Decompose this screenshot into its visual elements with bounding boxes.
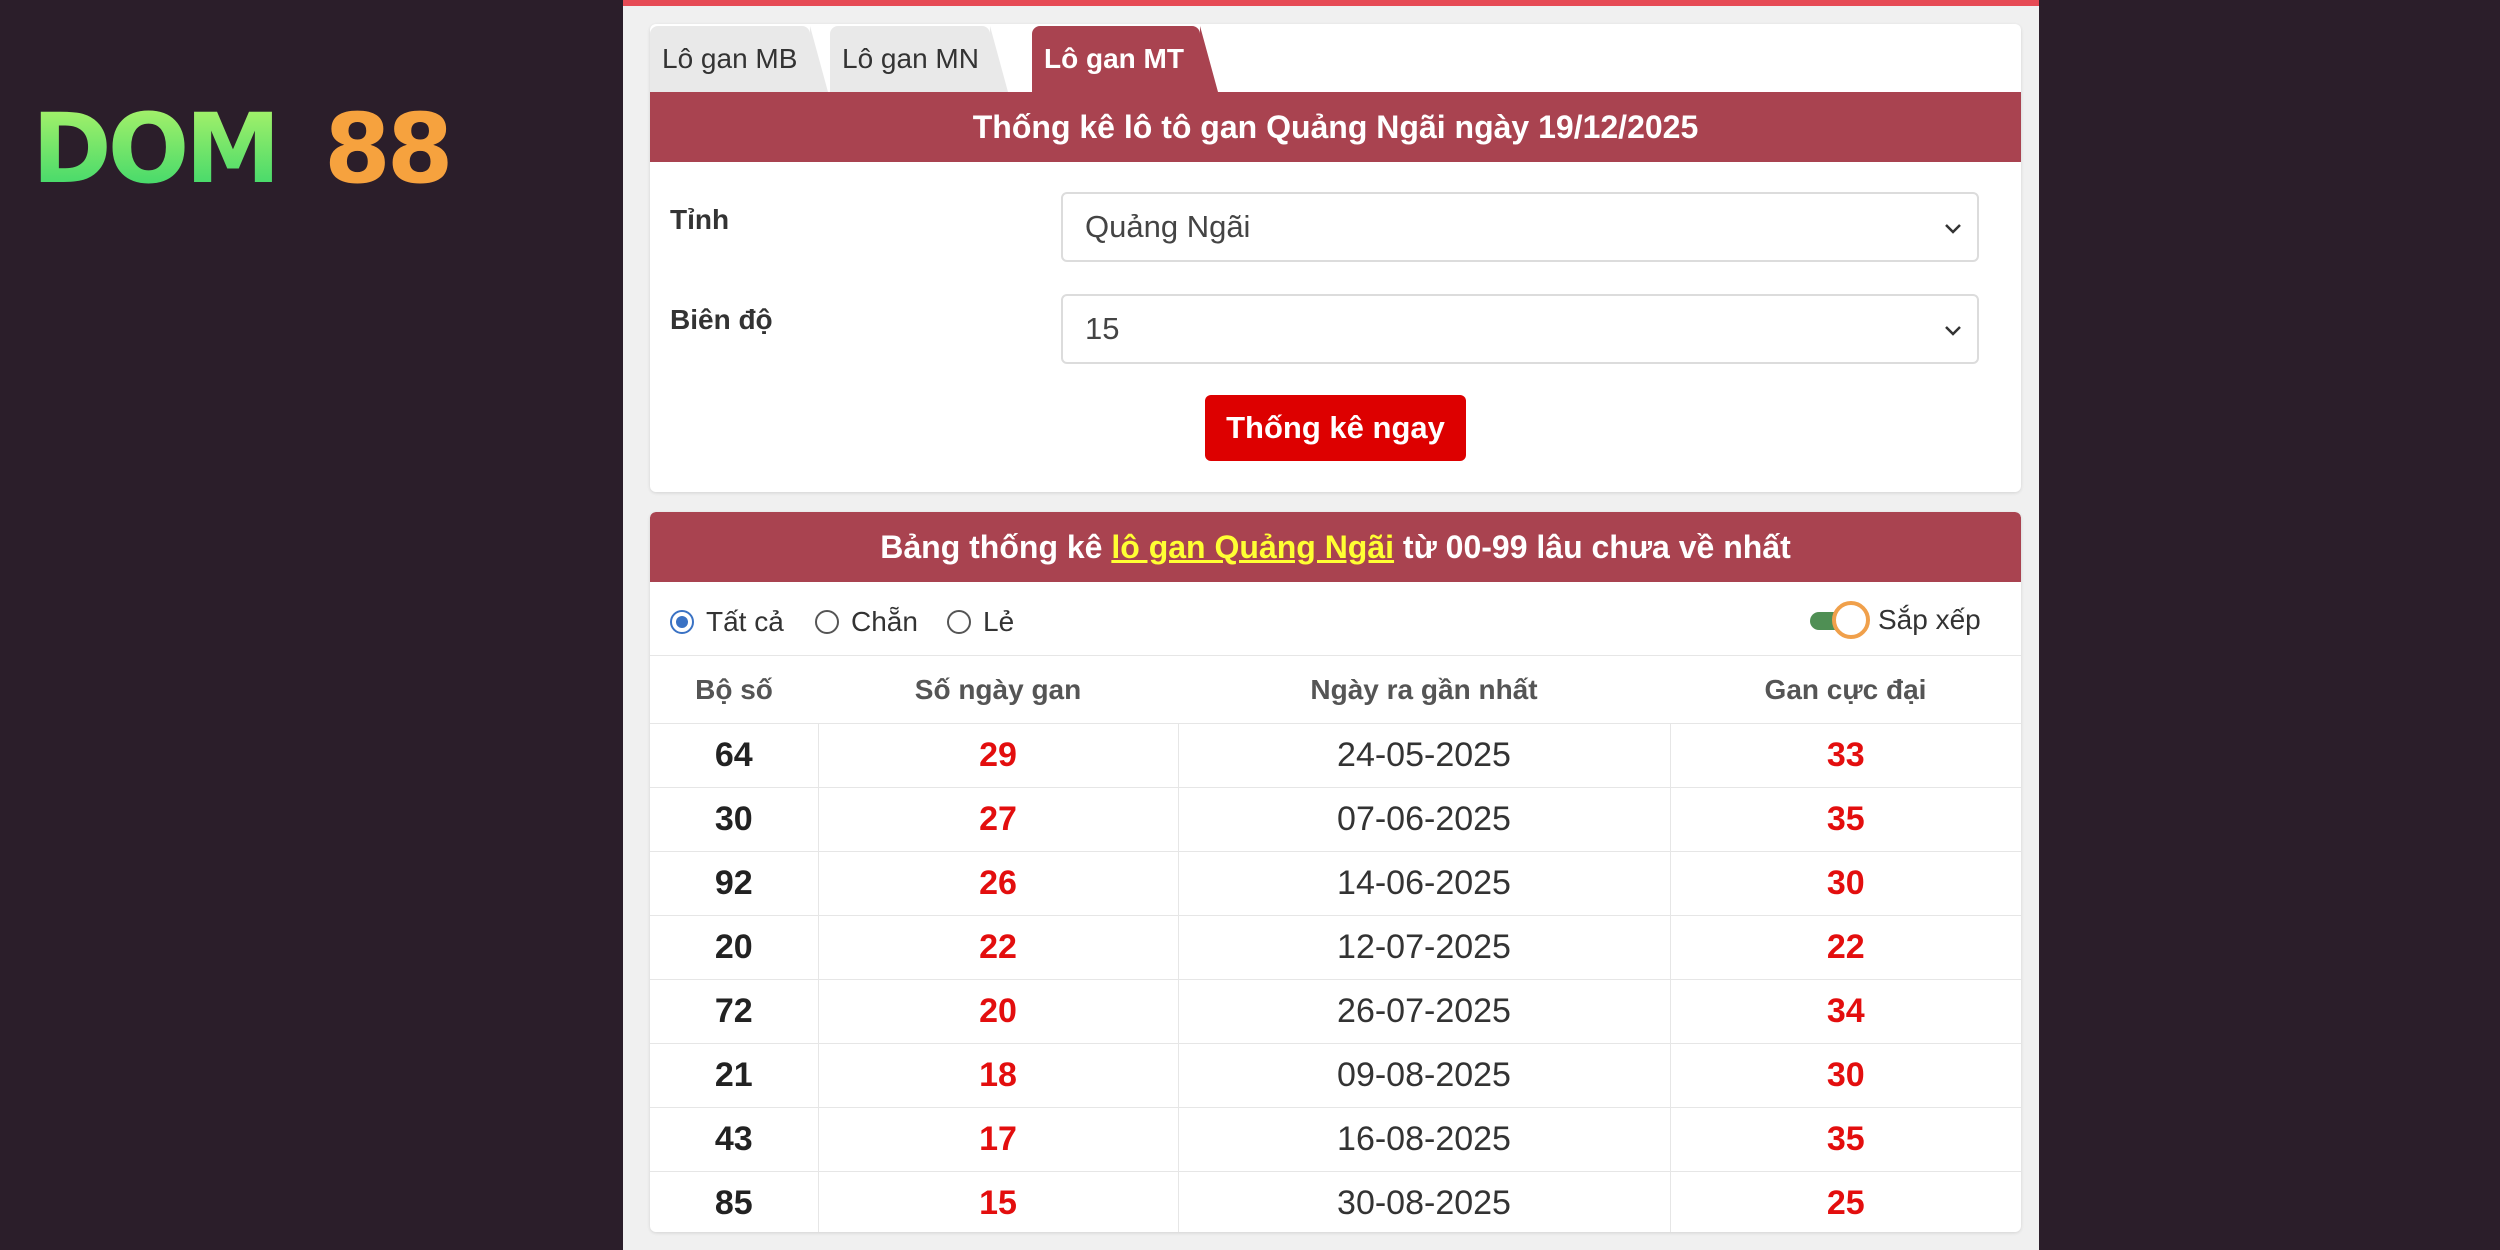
cell-number: 72 <box>650 979 819 1044</box>
cell-max: 33 <box>1670 723 2021 788</box>
filter-odd-radio[interactable]: Lẻ <box>947 606 1014 638</box>
table-row: 21 18 09-08-2025 30 <box>650 1043 2021 1108</box>
results-title-prefix: Bảng thống kê <box>880 529 1112 565</box>
range-select[interactable]: 15 <box>1061 294 1979 364</box>
range-label: Biên độ <box>670 304 773 335</box>
results-table: Bộ số Số ngày gan Ngày ra gần nhất Gan c… <box>650 657 2021 1232</box>
filter-even-label: Chẵn <box>851 606 918 637</box>
cell-days: 20 <box>818 979 1179 1044</box>
filter-all-radio[interactable]: Tất cả <box>670 606 784 638</box>
cell-max: 35 <box>1670 787 2021 852</box>
submit-button[interactable]: Thống kê ngay <box>1205 395 1466 461</box>
cell-number: 64 <box>650 723 819 788</box>
radio-unchecked-icon <box>815 610 839 634</box>
cell-date: 26-07-2025 <box>1178 979 1671 1044</box>
sort-label: Sắp xếp <box>1878 604 1981 635</box>
chevron-down-icon <box>1943 218 1963 238</box>
radio-checked-icon <box>670 610 694 634</box>
province-select[interactable]: Quảng Ngãi <box>1061 192 1979 262</box>
sort-toggle[interactable]: Sắp xếp <box>1810 600 1981 640</box>
results-title: Bảng thống kê lô gan Quảng Ngãi từ 00-99… <box>650 512 2021 582</box>
region-tabs: Lô gan MB Lô gan MN Lô gan MT <box>650 24 2021 92</box>
cell-number: 92 <box>650 851 819 916</box>
cell-number: 85 <box>650 1171 819 1232</box>
cell-date: 24-05-2025 <box>1178 723 1671 788</box>
results-title-link[interactable]: lô gan Quảng Ngãi <box>1111 529 1394 565</box>
table-row: 30 27 07-06-2025 35 <box>650 787 2021 852</box>
cell-max: 30 <box>1670 851 2021 916</box>
cell-days: 29 <box>818 723 1179 788</box>
form-title: Thống kê lô tô gan Quảng Ngãi ngày 19/12… <box>650 92 2021 162</box>
province-value: Quảng Ngãi <box>1085 209 1251 244</box>
cell-date: 16-08-2025 <box>1178 1107 1671 1172</box>
cell-number: 43 <box>650 1107 819 1172</box>
cell-days: 15 <box>818 1171 1179 1232</box>
cell-date: 14-06-2025 <box>1178 851 1671 916</box>
main-panel: Lô gan MB Lô gan MN Lô gan MT Thống kê l… <box>623 0 2039 1250</box>
tab-lo-gan-mt[interactable]: Lô gan MT <box>1032 26 1218 92</box>
table-row: 92 26 14-06-2025 30 <box>650 851 2021 916</box>
tab-lo-gan-mb[interactable]: Lô gan MB <box>650 26 828 92</box>
svg-text:DOM: DOM <box>32 100 277 195</box>
radio-unchecked-icon <box>947 610 971 634</box>
cell-number: 30 <box>650 787 819 852</box>
table-row: 20 22 12-07-2025 22 <box>650 915 2021 980</box>
table-header-row: Bộ số Số ngày gan Ngày ra gần nhất Gan c… <box>650 657 2021 724</box>
cell-days: 27 <box>818 787 1179 852</box>
results-card: Bảng thống kê lô gan Quảng Ngãi từ 00-99… <box>650 512 2021 1232</box>
svg-text:88: 88 <box>324 100 450 195</box>
cell-days: 26 <box>818 851 1179 916</box>
table-row: 43 17 16-08-2025 35 <box>650 1107 2021 1172</box>
filter-card: Lô gan MB Lô gan MN Lô gan MT Thống kê l… <box>650 24 2021 492</box>
table-row: 64 29 24-05-2025 33 <box>650 723 2021 788</box>
cell-max: 35 <box>1670 1107 2021 1172</box>
cell-date: 12-07-2025 <box>1178 915 1671 980</box>
filter-odd-label: Lẻ <box>983 606 1015 637</box>
col-header-last-date: Ngày ra gần nhất <box>1178 657 1670 724</box>
cell-max: 25 <box>1670 1171 2021 1232</box>
dom88-logo: DOM 88 <box>32 100 472 195</box>
filter-all-label: Tất cả <box>706 606 784 637</box>
table-row: 85 15 30-08-2025 25 <box>650 1171 2021 1232</box>
cell-date: 09-08-2025 <box>1178 1043 1671 1108</box>
cell-days: 22 <box>818 915 1179 980</box>
results-title-suffix: từ 00-99 lâu chưa về nhất <box>1394 529 1791 565</box>
top-accent-line <box>623 0 2039 6</box>
tab-lo-gan-mn[interactable]: Lô gan MN <box>830 26 1008 92</box>
cell-date: 30-08-2025 <box>1178 1171 1671 1232</box>
cell-days: 17 <box>818 1107 1179 1172</box>
cell-max: 22 <box>1670 915 2021 980</box>
province-label: Tỉnh <box>670 204 730 235</box>
filter-bar: Tất cả Chẵn Lẻ Sắp xếp <box>650 582 2021 656</box>
cell-number: 21 <box>650 1043 819 1108</box>
cell-max: 34 <box>1670 979 2021 1044</box>
col-header-max-gan: Gan cực đại <box>1670 657 2021 724</box>
range-value: 15 <box>1085 311 1120 346</box>
table-row: 72 20 26-07-2025 34 <box>650 979 2021 1044</box>
cell-days: 18 <box>818 1043 1179 1108</box>
chevron-down-icon <box>1943 320 1963 340</box>
toggle-switch-icon <box>1810 600 1870 640</box>
cell-number: 20 <box>650 915 819 980</box>
col-header-number: Bộ số <box>650 657 818 724</box>
filter-even-radio[interactable]: Chẵn <box>815 606 918 638</box>
col-header-days: Số ngày gan <box>818 657 1178 724</box>
cell-max: 30 <box>1670 1043 2021 1108</box>
cell-date: 07-06-2025 <box>1178 787 1671 852</box>
